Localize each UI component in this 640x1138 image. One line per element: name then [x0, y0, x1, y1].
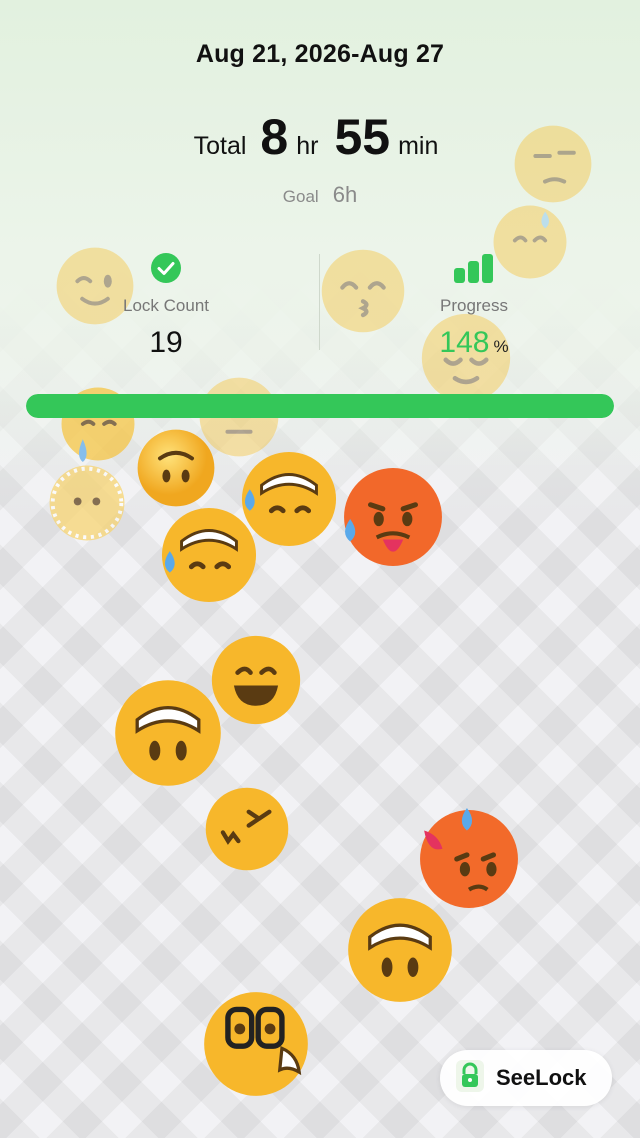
unamused-face-icon: [514, 125, 592, 203]
progress-bar-fill: [26, 394, 614, 418]
checkmark-circle-icon: [46, 252, 286, 284]
lock-icon: [454, 1058, 486, 1099]
progress-percent: 148: [439, 326, 490, 359]
emoji-ball: [113, 678, 223, 788]
progress-label: Progress: [439, 296, 509, 315]
emoji-ball: [513, 124, 593, 204]
emoji-ball: [202, 990, 310, 1098]
signal-bars-icon: [354, 252, 594, 284]
total-hours: 8: [260, 109, 289, 165]
emoji-ball: [346, 896, 454, 1004]
stats-divider: [319, 254, 320, 350]
upside-down-grin-face-icon: [115, 680, 221, 786]
percent-sign: %: [493, 337, 509, 356]
smiling-face-icon: [211, 635, 301, 725]
goal-value: 6h: [332, 182, 358, 207]
anxious-hot-face-icon: [420, 808, 518, 908]
hot-face-icon: [344, 468, 442, 566]
emoji-ball: [418, 808, 520, 910]
upside-down-face-icon: [137, 429, 215, 507]
brand-badge[interactable]: SeeLock: [440, 1050, 612, 1106]
nerd-face-icon: [204, 992, 308, 1096]
emoji-ball: [136, 428, 216, 508]
brand-name: SeeLock: [496, 1065, 587, 1090]
progress-value: 148%: [354, 326, 594, 360]
goal-label: Goal: [282, 187, 319, 206]
lock-count-stat: Lock Count 19: [46, 252, 286, 360]
emoji-ball: [204, 786, 290, 872]
squinting-kiss-face-icon: [205, 787, 289, 871]
emoji-ball: [210, 634, 302, 726]
minutes-unit: min: [398, 132, 439, 160]
hours-unit: hr: [296, 132, 319, 160]
lock-count-label: Lock Count: [123, 296, 209, 315]
total-minutes: 55: [334, 109, 391, 165]
upside-down-grin-face-icon: [348, 898, 452, 1002]
total-label: Total: [193, 132, 247, 160]
progress-stat: Progress 148%: [354, 252, 594, 360]
emoji-ball: [160, 506, 258, 604]
emoji-ball: [342, 466, 444, 568]
emoji-ball: [48, 464, 126, 542]
grinning-sweat-face-icon: [161, 507, 257, 603]
dotted-face-icon: [49, 465, 125, 541]
date-range[interactable]: Aug 21, 2026-Aug 27: [0, 40, 640, 69]
progress-bar: [26, 394, 614, 418]
lock-count-value: 19: [149, 326, 183, 359]
